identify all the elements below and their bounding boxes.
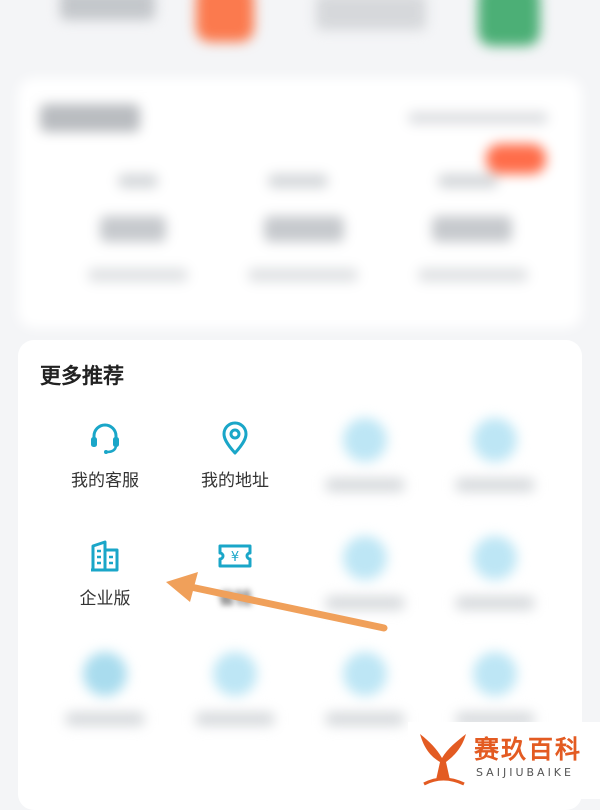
blurred-icon (473, 418, 517, 462)
blurred-entry[interactable] (170, 652, 300, 726)
blurred-icon (83, 652, 127, 696)
blurred-label (455, 596, 535, 610)
blurred-app-icon (478, 0, 540, 46)
blurred-entry[interactable] (430, 536, 560, 610)
watermark-subtitle: SAIJIUBAIKE (476, 766, 574, 779)
blurred-card-title (40, 104, 140, 132)
blurred-icon (473, 536, 517, 580)
blurred-label (325, 478, 405, 492)
top-shortcut-row (0, 0, 600, 60)
blurred-stat (268, 174, 328, 188)
watermark-title: 赛玖百科 (474, 735, 583, 764)
blurred-icon (343, 652, 387, 696)
grid-item-label: 我的客服 (71, 471, 139, 491)
blurred-label (455, 478, 535, 492)
blurred-stat (88, 268, 188, 282)
blurred-stat (100, 216, 166, 242)
headset-icon (91, 423, 119, 454)
customer-service-entry[interactable]: 我的客服 (40, 418, 170, 491)
annotation-arrow (166, 572, 388, 632)
grid-item-label: 我的地址 (201, 471, 269, 491)
blurred-icon (343, 418, 387, 462)
blurred-icon (213, 652, 257, 696)
blurred-entry[interactable] (430, 418, 560, 492)
blurred-stat (418, 268, 528, 282)
my-address-entry[interactable]: 我的地址 (170, 418, 300, 491)
blurred-stat (432, 216, 512, 242)
location-pin-icon (222, 421, 248, 455)
blurred-card-link (408, 112, 548, 124)
blurred-shortcut (60, 0, 155, 20)
blurred-entry[interactable] (40, 652, 170, 726)
blurred-stat (264, 216, 344, 242)
blurred-stat (248, 268, 358, 282)
blurred-label (195, 712, 275, 726)
grid-item-label: 企业版 (79, 589, 131, 609)
blurred-stat (438, 174, 498, 188)
svg-text:¥: ¥ (231, 550, 239, 565)
building-icon (91, 540, 119, 572)
enterprise-edition-entry[interactable]: 企业版 (40, 536, 170, 609)
blurred-label (65, 712, 145, 726)
section-title: 更多推荐 (40, 364, 124, 388)
blurred-stat (118, 174, 158, 188)
blurred-entry[interactable] (430, 652, 560, 726)
blurred-shortcut (316, 0, 426, 30)
blurred-assets-card (18, 78, 582, 328)
blurred-label (325, 712, 405, 726)
blurred-badge (486, 144, 546, 174)
blurred-entry[interactable] (300, 652, 430, 726)
watermark: 赛玖百科 SAIJIUBAIKE (408, 722, 600, 799)
whale-tail-logo (420, 734, 466, 786)
blurred-app-icon (196, 0, 254, 42)
blurred-entry[interactable] (300, 418, 430, 492)
blurred-icon (473, 652, 517, 696)
